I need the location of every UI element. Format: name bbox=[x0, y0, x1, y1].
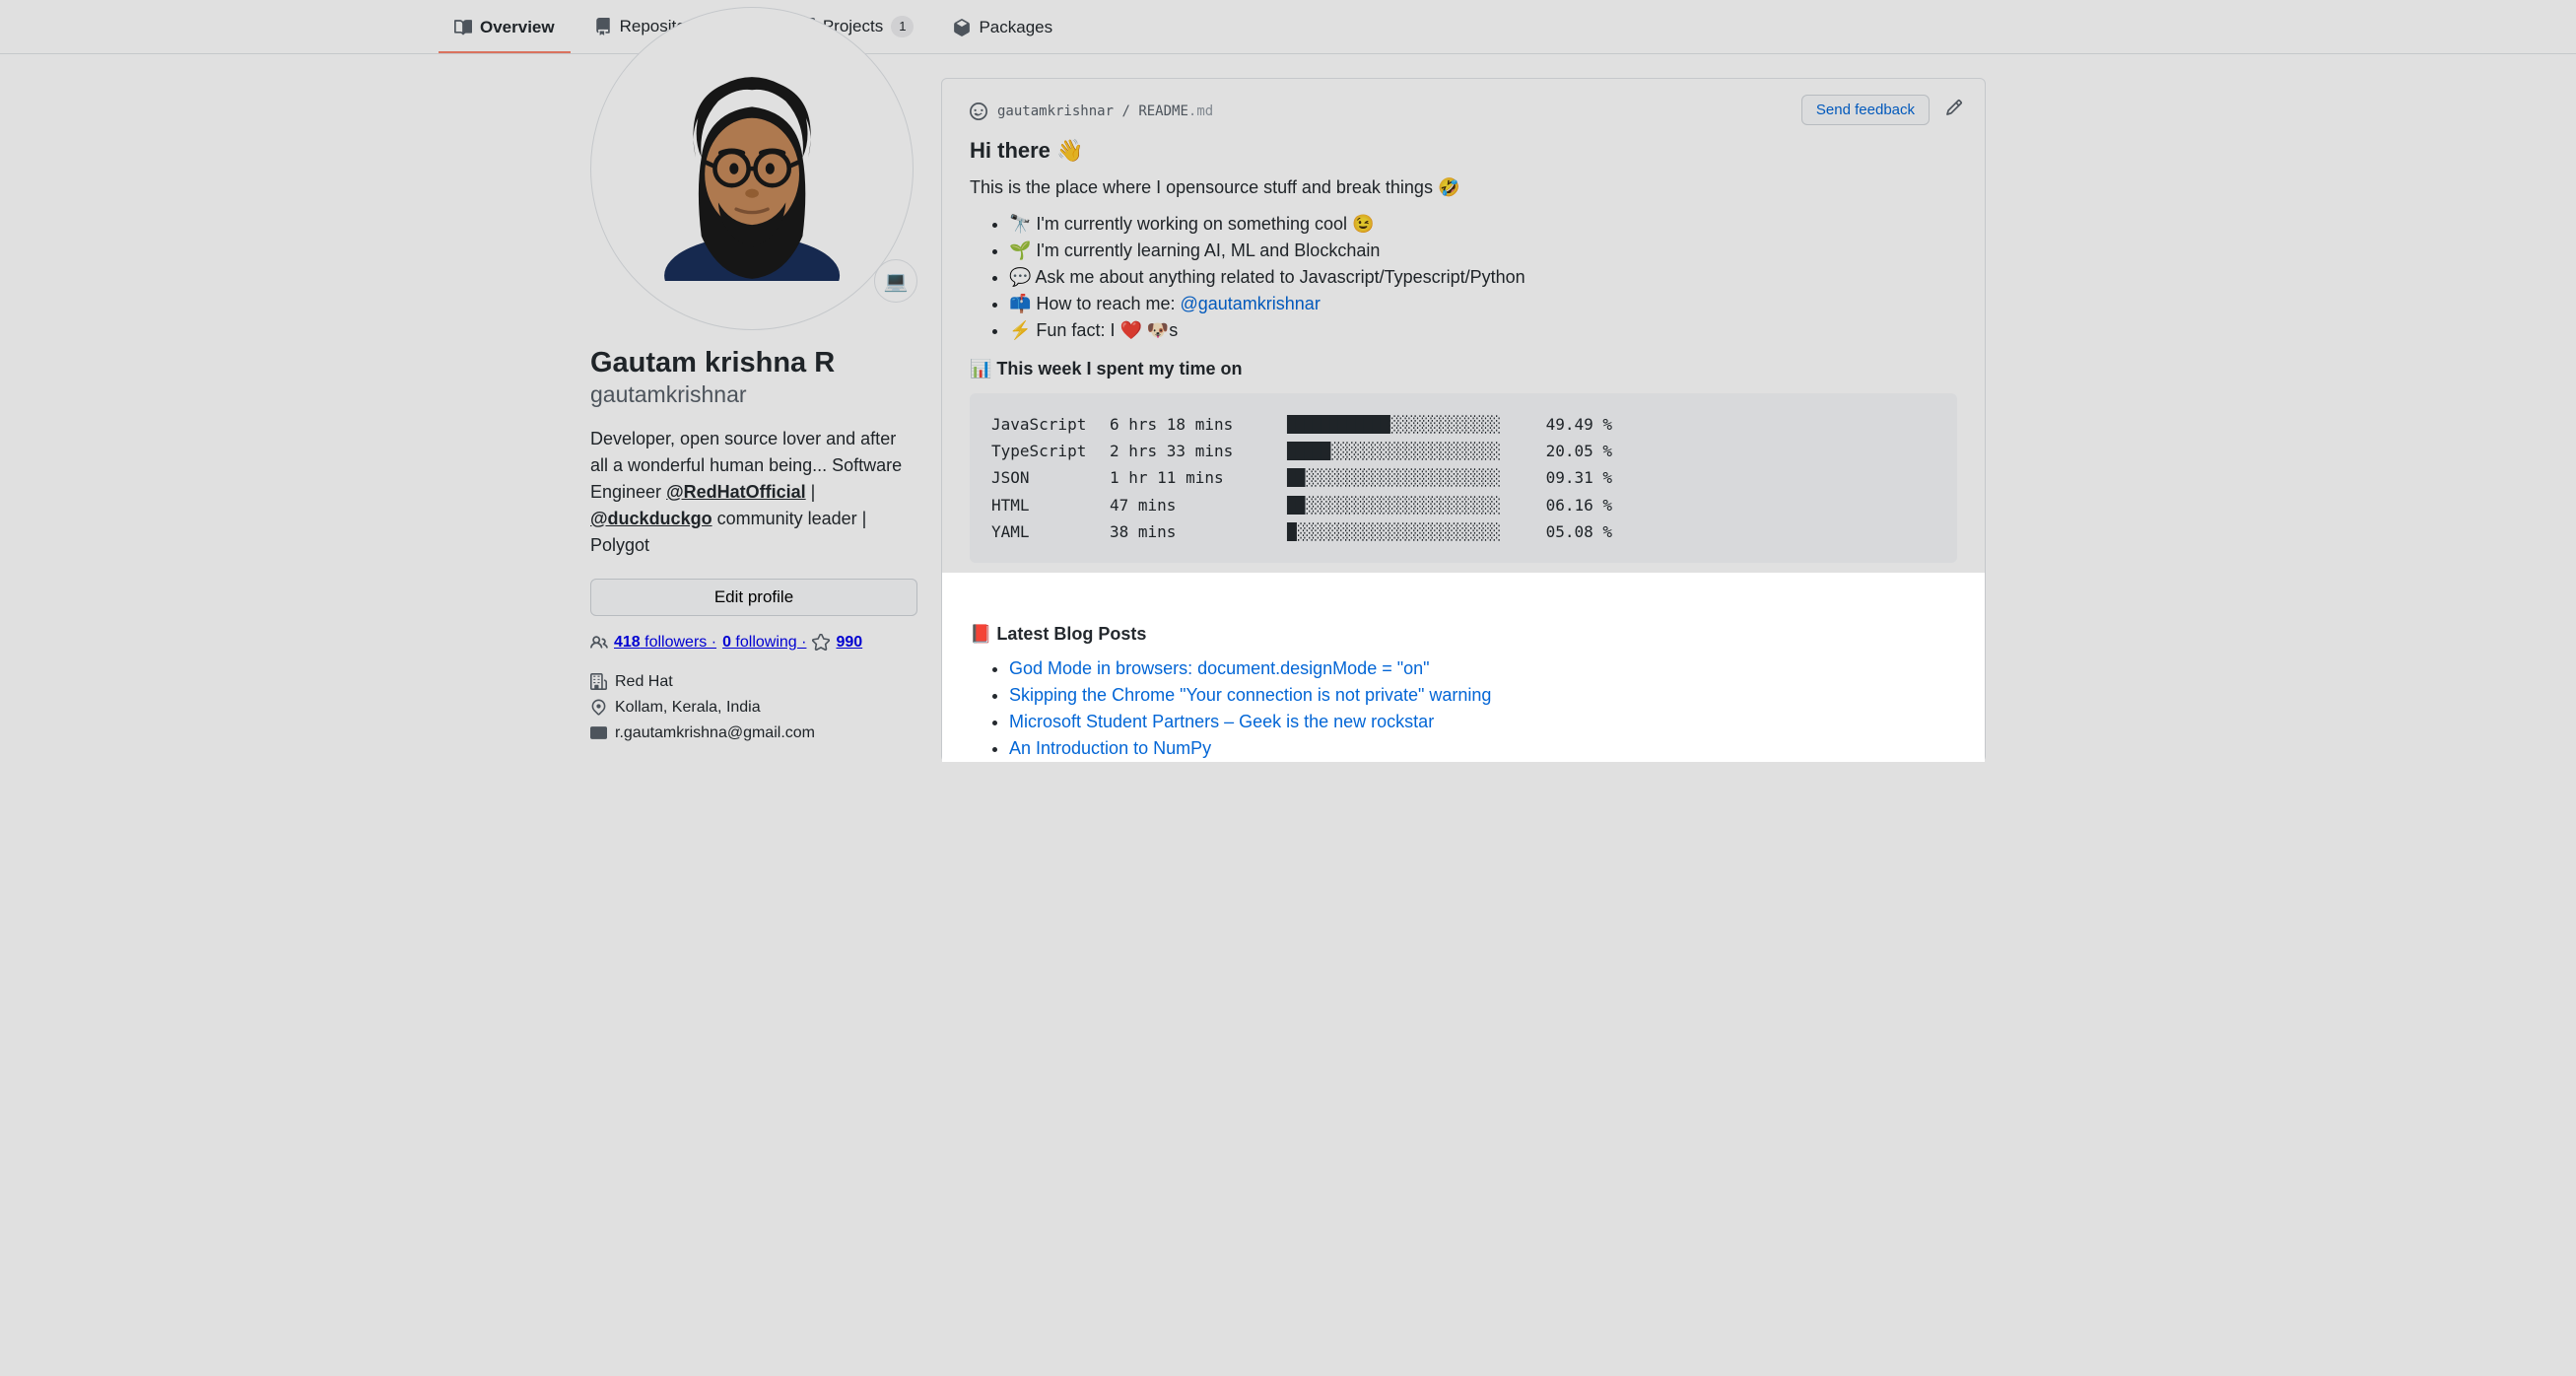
list-item: ⚡ Fun fact: I ❤️ 🐶s bbox=[1009, 320, 1957, 341]
edit-profile-button[interactable]: Edit profile bbox=[590, 579, 917, 616]
readme-intro: This is the place where I opensource stu… bbox=[970, 177, 1957, 198]
tab-overview-label: Overview bbox=[480, 18, 555, 37]
smiley-icon bbox=[970, 103, 987, 120]
mail-icon bbox=[590, 724, 607, 741]
send-feedback-button[interactable]: Send feedback bbox=[1801, 95, 1930, 125]
organization-icon bbox=[590, 673, 607, 690]
edit-readme-button[interactable] bbox=[1945, 99, 1963, 119]
profile-bio: Developer, open source lover and after a… bbox=[590, 426, 917, 559]
meta-location: Kollam, Kerala, India bbox=[590, 699, 917, 717]
avatar[interactable] bbox=[590, 7, 914, 330]
stars-link[interactable]: 990 bbox=[836, 634, 862, 652]
tab-packages-label: Packages bbox=[979, 18, 1052, 37]
reach-link[interactable]: @gautamkrishnar bbox=[1180, 294, 1320, 313]
list-item: 🌱 I'm currently learning AI, ML and Bloc… bbox=[1009, 241, 1957, 261]
email-link[interactable]: r.gautamkrishna@gmail.com bbox=[615, 724, 815, 742]
main-content: gautamkrishnar / README.md Send feedback… bbox=[941, 54, 1986, 762]
people-icon bbox=[590, 634, 608, 652]
time-spent-heading: 📊 This week I spent my time on bbox=[970, 359, 1957, 379]
follow-stats: 418 followers · 0 following · 990 bbox=[590, 634, 917, 652]
meta-email: r.gautamkrishna@gmail.com bbox=[590, 724, 917, 742]
profile-tabs: Overview Repositories 234 Projects 1 Pac… bbox=[0, 0, 2576, 54]
readme-bullet-list: 🔭 I'm currently working on something coo… bbox=[970, 214, 1957, 341]
pencil-icon bbox=[1945, 99, 1963, 116]
tab-packages[interactable]: Packages bbox=[937, 8, 1068, 53]
star-icon bbox=[812, 634, 830, 652]
wakatime-codeblock: JavaScript6 hrs 18 mins████████████░░░░░… bbox=[970, 393, 1957, 563]
status-badge[interactable]: 💻 bbox=[874, 259, 917, 303]
following-link[interactable]: 0 following · bbox=[722, 634, 806, 652]
blog-link[interactable]: Microsoft Student Partners – Geek is the… bbox=[1009, 672, 1434, 692]
list-item: 🔭 I'm currently working on something coo… bbox=[1009, 214, 1957, 235]
mention-redhat[interactable]: @RedHatOfficial bbox=[666, 482, 806, 502]
blog-post-list: God Mode in browsers: document.designMod… bbox=[970, 619, 1957, 720]
blog-link[interactable]: An Introduction to NumPy bbox=[1009, 699, 1211, 719]
book-icon bbox=[454, 19, 472, 36]
profile-sidebar: 💻 Gautam krishna R gautamkrishnar Develo… bbox=[590, 54, 917, 762]
readme-box: gautamkrishnar / README.md Send feedback… bbox=[941, 78, 1986, 762]
tab-overview[interactable]: Overview bbox=[439, 8, 571, 53]
readme-heading: Hi there 👋 bbox=[970, 138, 1957, 164]
meta-org: Red Hat bbox=[590, 673, 917, 691]
blog-link[interactable]: God Mode in browsers: document.designMod… bbox=[1009, 619, 1430, 639]
mention-ddg[interactable]: @duckduckgo bbox=[590, 509, 712, 528]
profile-name: Gautam krishna R bbox=[590, 348, 917, 379]
blog-heading: 📕 Latest Blog Posts bbox=[970, 585, 1957, 605]
list-item: 💬 Ask me about anything related to Javas… bbox=[1009, 267, 1957, 288]
avatar-image bbox=[640, 56, 864, 281]
profile-username: gautamkrishnar bbox=[590, 381, 917, 408]
list-item: Skipping the Chrome "Your connection is … bbox=[1009, 646, 1957, 666]
list-item: An Introduction to NumPy bbox=[1009, 699, 1957, 720]
list-item: Microsoft Student Partners – Geek is the… bbox=[1009, 672, 1957, 693]
list-item: God Mode in browsers: document.designMod… bbox=[1009, 619, 1957, 640]
location-icon bbox=[590, 699, 607, 716]
list-item: 📫 How to reach me: @gautamkrishnar bbox=[1009, 294, 1957, 314]
package-icon bbox=[953, 19, 971, 36]
blog-link[interactable]: Skipping the Chrome "Your connection is … bbox=[1009, 646, 1491, 665]
followers-link[interactable]: 418 followers · bbox=[614, 634, 716, 652]
readme-path: gautamkrishnar / README.md bbox=[997, 103, 1213, 119]
